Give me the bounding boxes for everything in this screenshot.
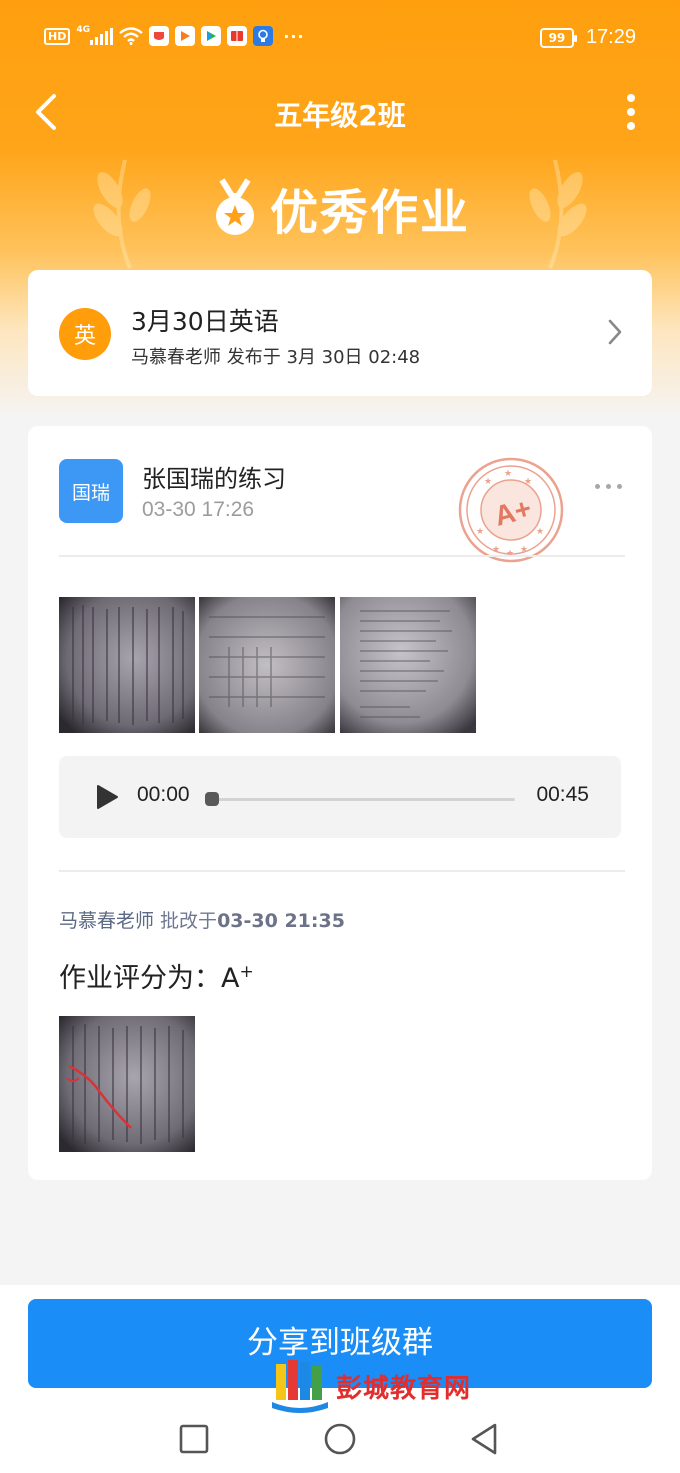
- hd-badge: HD: [44, 27, 71, 45]
- app-icon-orange: [175, 26, 196, 46]
- play-icon[interactable]: [95, 784, 119, 810]
- svg-text:★: ★: [524, 477, 532, 487]
- audio-progress-knob[interactable]: [205, 792, 219, 806]
- svg-text:★: ★: [536, 527, 544, 537]
- audio-duration: 00:45: [536, 783, 589, 806]
- excellent-homework-banner: 优秀作业: [0, 168, 680, 248]
- review-action: 批改于: [154, 910, 218, 932]
- audio-player: 00:00 00:45: [59, 756, 621, 838]
- divider: [59, 555, 625, 557]
- grade-result: 作业评分为：A+: [59, 956, 254, 995]
- review-photo[interactable]: [59, 1016, 195, 1152]
- battery-icon: 99: [539, 27, 577, 48]
- grade-stamp-icon: ★★ ★ ★ ★ ★ ★ ★ A+: [458, 457, 564, 563]
- homework-photo-2[interactable]: [199, 597, 335, 733]
- status-time: 17:29: [585, 26, 636, 48]
- more-horizontal-icon[interactable]: [595, 484, 622, 489]
- book-logo-icon: [272, 1360, 328, 1413]
- submission-time: 03-30 17:26: [142, 498, 255, 521]
- homework-photo-3[interactable]: [340, 597, 476, 733]
- chevron-right-icon: [608, 319, 622, 345]
- app-icon-book: [227, 26, 248, 46]
- app-icon-bulb: [253, 26, 274, 46]
- square-icon[interactable]: [177, 1422, 211, 1456]
- status-overflow: ···: [283, 26, 305, 46]
- submission-title: 张国瑞的练习: [142, 465, 286, 493]
- top-nav: 五年级2班: [0, 84, 680, 140]
- banner-title: 优秀作业: [269, 185, 470, 241]
- watermark-text: 彭城教育网: [336, 1373, 472, 1404]
- grade-label: 作业评分为：: [59, 963, 221, 994]
- avatar: 国瑞: [59, 459, 123, 523]
- homework-photo-1[interactable]: [59, 597, 195, 733]
- signal-icon: 4G: [76, 25, 114, 45]
- status-bar: HD 4G ··· 99 17:29: [0, 0, 680, 78]
- svg-text:★: ★: [492, 545, 500, 555]
- grade-suffix: +: [239, 962, 254, 982]
- circle-icon[interactable]: [323, 1422, 357, 1456]
- submission-card: 国瑞 张国瑞的练习 03-30 17:26 ★ ★ ★ ★ ★ ★ ★ ★ A+: [28, 426, 652, 1180]
- medal-icon: [215, 178, 254, 235]
- divider: [59, 870, 625, 872]
- app-icon-green: [201, 26, 222, 46]
- wifi-icon: [119, 27, 144, 45]
- app-icon-red: [149, 26, 170, 46]
- homework-publish-info: 马慕春老师 发布于 3月 30日 02:48: [131, 347, 421, 368]
- grade-letter: A: [221, 963, 240, 994]
- svg-text:★: ★: [476, 527, 484, 537]
- audio-progress-slider[interactable]: [205, 792, 515, 806]
- reviewer-name: 马慕春老师: [59, 910, 155, 932]
- svg-text:★: ★: [520, 545, 528, 555]
- review-time: 03-30 21:35: [217, 910, 345, 932]
- page-title: 五年级2班: [274, 99, 406, 132]
- watermark: 彭城教育网: [270, 1356, 500, 1416]
- review-info: 马慕春老师 批改于03-30 21:35: [59, 906, 345, 933]
- svg-text:★: ★: [484, 477, 492, 487]
- svg-text:★: ★: [504, 469, 512, 479]
- svg-text:★: ★: [506, 549, 514, 559]
- homework-info-card[interactable]: 英 3月30日英语 马慕春老师 发布于 3月 30日 02:48: [28, 270, 652, 396]
- audio-current-time: 00:00: [137, 783, 190, 806]
- more-vertical-icon[interactable]: [624, 94, 638, 130]
- subject-badge: 英: [59, 308, 111, 360]
- system-navigation-bar: [0, 1408, 680, 1473]
- homework-title: 3月30日英语: [131, 307, 279, 336]
- triangle-back-icon[interactable]: [467, 1422, 501, 1456]
